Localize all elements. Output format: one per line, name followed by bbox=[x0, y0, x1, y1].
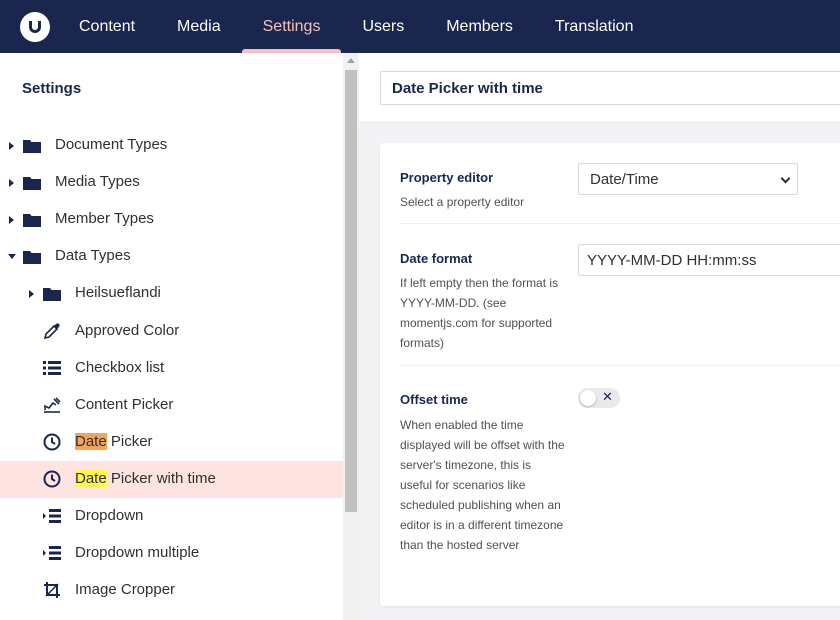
caret-right-icon[interactable] bbox=[9, 216, 14, 224]
sidebar-scrollbar[interactable] bbox=[343, 53, 359, 620]
date-format-label: Date format bbox=[400, 251, 473, 266]
tree-item-heilsueflandi[interactable]: Heilsueflandi bbox=[0, 275, 343, 312]
content-picker-icon bbox=[43, 396, 61, 414]
property-editor-row: Property editor Select a property editor… bbox=[380, 143, 840, 223]
tree-item-date-picker-with-time[interactable]: Date Picker with time bbox=[0, 461, 343, 498]
tree-item-approved-color[interactable]: Approved Color bbox=[0, 313, 343, 350]
dropdown-icon bbox=[43, 544, 61, 562]
tree-item-dropdown-multiple[interactable]: Dropdown multiple bbox=[0, 535, 343, 572]
tree-item-label: Checkbox list bbox=[75, 359, 165, 376]
tree-item-label: Dropdown multiple bbox=[75, 544, 200, 561]
tree-item-label: Image Cropper bbox=[75, 581, 176, 598]
tree-item-label: Content Picker bbox=[75, 396, 174, 413]
property-editor-label: Property editor bbox=[400, 170, 494, 185]
tree-item-label: Media Types bbox=[55, 173, 140, 190]
tree-item-data-types[interactable]: Data Types bbox=[0, 238, 343, 275]
date-format-description: If left empty then the format is YYYY-MM… bbox=[400, 276, 559, 350]
nav-members[interactable]: Members bbox=[425, 0, 534, 53]
tree-item-label: Member Types bbox=[55, 210, 154, 227]
date-format-input[interactable]: YYYY-MM-DD HH:mm:ss bbox=[578, 244, 840, 276]
data-type-name-input[interactable]: Date Picker with time bbox=[380, 71, 840, 105]
folder-icon bbox=[43, 284, 61, 302]
tree-item-media-types[interactable]: Media Types bbox=[0, 164, 343, 201]
select-value: Date/Time bbox=[590, 170, 659, 188]
caret-right-icon[interactable] bbox=[29, 290, 34, 298]
tree-item-content-picker[interactable]: Content Picker bbox=[0, 387, 343, 424]
sidebar-title: Settings bbox=[22, 80, 82, 97]
caret-down-icon[interactable] bbox=[8, 254, 16, 259]
tree-item-dropdown[interactable]: Dropdown bbox=[0, 498, 343, 535]
caret-right-icon[interactable] bbox=[9, 142, 14, 150]
property-editor-description: Select a property editor bbox=[400, 195, 525, 209]
folder-icon bbox=[23, 210, 41, 228]
editor-header: Date Picker with time bbox=[359, 53, 840, 123]
settings-tree-sidebar: Settings Document Types Media Types Memb… bbox=[0, 53, 343, 620]
caret-right-icon[interactable] bbox=[9, 179, 14, 187]
crop-icon bbox=[43, 581, 61, 599]
tree-item-checkbox-list[interactable]: Checkbox list bbox=[0, 350, 343, 387]
chevron-down-icon bbox=[780, 173, 791, 184]
close-icon: ✕ bbox=[602, 389, 613, 404]
tree-item-document-types[interactable]: Document Types bbox=[0, 127, 343, 164]
nav-users[interactable]: Users bbox=[341, 0, 425, 53]
nav-translation[interactable]: Translation bbox=[534, 0, 655, 53]
search-highlight: Date bbox=[75, 433, 107, 450]
tree-item-label: Document Types bbox=[55, 136, 168, 153]
offset-time-description: When enabled the time displayed will be … bbox=[400, 418, 565, 552]
offset-time-row: Offset time When enabled the time displa… bbox=[380, 366, 840, 606]
tree-item-label: Date Picker bbox=[75, 433, 153, 450]
list-icon bbox=[43, 359, 61, 377]
date-format-row: Date format If left empty then the forma… bbox=[380, 224, 840, 365]
toggle-knob bbox=[580, 390, 596, 406]
clock-icon bbox=[43, 433, 61, 451]
offset-time-label: Offset time bbox=[400, 392, 468, 407]
label-rest: Picker with time bbox=[106, 470, 216, 487]
tree-item-label: Heilsueflandi bbox=[75, 284, 161, 301]
dropdown-icon bbox=[43, 507, 61, 525]
eyedropper-icon bbox=[43, 322, 61, 340]
tree-item-image-cropper[interactable]: Image Cropper bbox=[0, 572, 343, 609]
folder-icon bbox=[23, 173, 41, 191]
tree-item-label: Data Types bbox=[55, 247, 131, 264]
folder-icon bbox=[23, 247, 41, 265]
search-highlight: Date bbox=[75, 470, 107, 487]
nav-content[interactable]: Content bbox=[58, 0, 156, 53]
offset-time-toggle[interactable]: ✕ bbox=[578, 388, 620, 408]
scrollbar-thumb[interactable] bbox=[345, 70, 357, 512]
properties-panel: Property editor Select a property editor… bbox=[380, 143, 840, 606]
folder-icon bbox=[23, 136, 41, 154]
clock-icon bbox=[43, 470, 61, 488]
scroll-up-arrow-icon[interactable] bbox=[347, 58, 355, 63]
tree-item-date-picker[interactable]: Date Picker bbox=[0, 424, 343, 461]
tree-item-label: Approved Color bbox=[75, 322, 180, 339]
tree-item-member-types[interactable]: Member Types bbox=[0, 201, 343, 238]
property-editor-select[interactable]: Date/Time bbox=[578, 163, 798, 195]
tree-item-label: Dropdown bbox=[75, 507, 144, 524]
label-rest: Picker bbox=[106, 433, 153, 450]
nav-media[interactable]: Media bbox=[156, 0, 242, 53]
nav-settings[interactable]: Settings bbox=[241, 0, 342, 53]
umbraco-logo[interactable] bbox=[20, 11, 50, 42]
top-navigation: Content Media Settings Users Members Tra… bbox=[0, 0, 840, 53]
tree-item-label: Date Picker with time bbox=[75, 470, 216, 487]
